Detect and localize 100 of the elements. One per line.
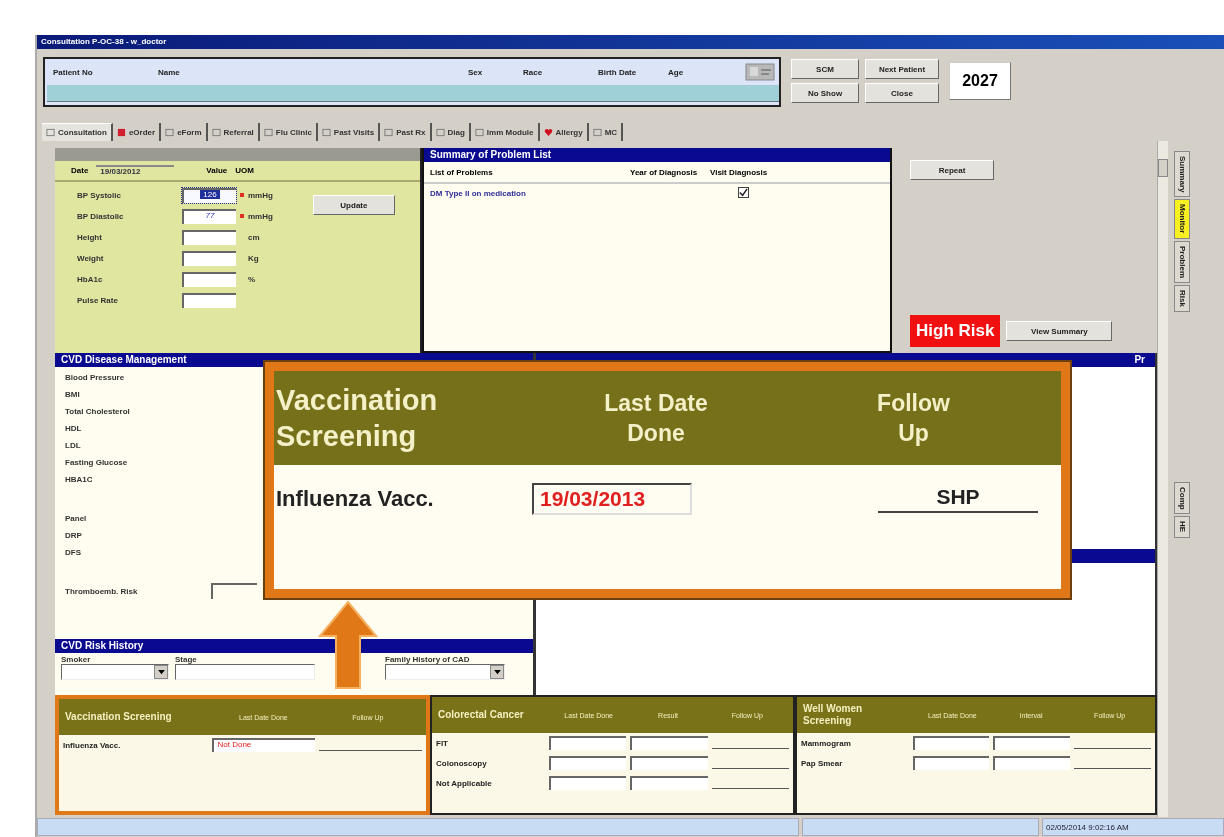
dropdown[interactable] xyxy=(385,664,505,680)
table-cell-text: DM Type II on medication xyxy=(430,188,527,198)
field-label: BP Diastolic xyxy=(77,211,125,221)
input-field[interactable] xyxy=(630,736,708,750)
date-field[interactable]: 19/03/2012 xyxy=(96,165,175,176)
field-label: HbA1c xyxy=(77,274,104,284)
field-label: BP Systolic xyxy=(77,190,122,200)
panel-title: Summary of Problem List xyxy=(424,148,890,162)
fill-in-line[interactable] xyxy=(711,747,789,749)
side-tab[interactable]: Comp xyxy=(1174,481,1190,515)
column-label: Birth Date xyxy=(598,67,638,77)
field-label: Thromboemb. Risk xyxy=(65,586,138,596)
tab[interactable]: Consultation xyxy=(42,123,113,141)
repeat-button[interactable]: Repeat xyxy=(910,160,994,180)
column-header: Follow Up xyxy=(876,389,951,448)
header-button[interactable]: No Show xyxy=(791,83,859,103)
list-item: HBA1C xyxy=(65,475,93,484)
form-icon xyxy=(165,127,175,137)
fill-in-line[interactable] xyxy=(711,787,789,789)
row-label: Influenza Vacc. xyxy=(276,486,435,512)
callout-title: Vaccination Screening xyxy=(276,383,439,454)
column-label: Name xyxy=(158,67,181,77)
value-field[interactable]: 126 xyxy=(182,187,236,203)
header-button[interactable]: Close xyxy=(865,83,939,103)
row-label: Not Applicable xyxy=(436,778,493,788)
value-field[interactable] xyxy=(182,271,236,287)
field-label: Weight xyxy=(77,253,105,263)
follow-up-field[interactable]: SHP xyxy=(878,485,1038,513)
input-field[interactable] xyxy=(912,756,990,770)
input-field[interactable] xyxy=(912,736,990,750)
list-item: DRP xyxy=(65,531,82,540)
row-label: Influenza Vacc. xyxy=(63,740,122,750)
checkbox[interactable] xyxy=(738,186,749,198)
side-tab[interactable]: Summary xyxy=(1174,151,1190,198)
unit-label: Kg xyxy=(248,253,259,263)
input-field[interactable] xyxy=(993,736,1071,750)
list-item: DFS xyxy=(65,548,81,557)
row-label: Colonoscopy xyxy=(436,758,488,768)
list-item: BMI xyxy=(65,390,80,399)
heart-icon xyxy=(543,127,553,137)
list-item: LDL xyxy=(65,441,81,450)
form-icon xyxy=(592,127,602,137)
column-label: Value xyxy=(206,166,228,175)
fill-in-line[interactable] xyxy=(711,767,789,769)
side-tab[interactable]: Problem xyxy=(1174,240,1190,283)
column-label: Race xyxy=(523,67,544,77)
square-icon xyxy=(116,127,126,137)
form-icon xyxy=(321,127,331,137)
input-field[interactable] xyxy=(548,776,626,790)
value-field[interactable]: 77 xyxy=(182,208,236,224)
panel-title: CVD Risk History xyxy=(55,639,533,653)
input-field[interactable] xyxy=(211,583,258,599)
side-tab[interactable]: Risk xyxy=(1174,284,1190,312)
column-label: Sex xyxy=(468,67,484,77)
panel-title: Well Women Screening xyxy=(803,703,864,727)
date-field[interactable]: 19/03/2013 xyxy=(532,483,692,515)
header-button[interactable]: SCM xyxy=(791,59,859,79)
panel-title: Vaccination Screening xyxy=(65,711,173,723)
dropdown[interactable] xyxy=(61,664,169,680)
risk-badge: High Risk xyxy=(910,315,1001,347)
list-item: Total Cholesterol xyxy=(65,407,130,416)
list-item: Fasting Glucose xyxy=(65,458,128,467)
unit-label: mmHg xyxy=(248,190,273,200)
value-field[interactable] xyxy=(182,229,236,245)
field-label: Pulse Rate xyxy=(77,295,119,305)
timestamp: 02/05/2014 9:02:16 AM xyxy=(1042,818,1224,836)
panel-title: Colorectal Cancer xyxy=(438,709,525,721)
input-field[interactable] xyxy=(548,756,626,770)
fill-in-line[interactable] xyxy=(318,749,422,751)
field-label: Smoker xyxy=(61,655,92,664)
input-field[interactable]: Not Done xyxy=(211,738,315,752)
update-button[interactable]: Update xyxy=(312,195,395,215)
form-icon xyxy=(384,127,394,137)
fill-in-line[interactable] xyxy=(1074,767,1151,769)
input-field[interactable] xyxy=(548,736,626,750)
value-field[interactable] xyxy=(182,250,236,266)
list-item: HDL xyxy=(65,424,82,433)
input-field[interactable] xyxy=(993,756,1071,770)
side-tab[interactable]: Monitor xyxy=(1174,199,1190,239)
input-field[interactable] xyxy=(630,756,708,770)
row-label: Pap Smear xyxy=(801,758,844,768)
input-field[interactable] xyxy=(175,664,315,680)
column-header: Year of Diagnosis xyxy=(630,167,699,177)
side-tab[interactable]: HE xyxy=(1174,516,1190,538)
value-field[interactable] xyxy=(182,292,236,308)
form-icon xyxy=(46,128,55,137)
form-icon xyxy=(263,127,273,137)
input-field[interactable] xyxy=(630,776,708,790)
fill-in-line[interactable] xyxy=(1074,747,1151,749)
field-label: Family History of CAD xyxy=(385,655,471,664)
view-summary-button[interactable]: View Summary xyxy=(1006,321,1113,341)
unit-label: cm xyxy=(248,232,260,242)
form-icon xyxy=(211,127,221,137)
header-button[interactable]: Next Patient xyxy=(865,59,939,79)
date-label: Date xyxy=(71,166,89,175)
field-label: Stage xyxy=(175,655,198,664)
list-item: Blood Pressure xyxy=(65,373,125,382)
column-header: Visit Diagnosis xyxy=(710,167,769,177)
dropdown-arrow-icon xyxy=(157,669,165,675)
dropdown-arrow-icon xyxy=(493,669,501,675)
